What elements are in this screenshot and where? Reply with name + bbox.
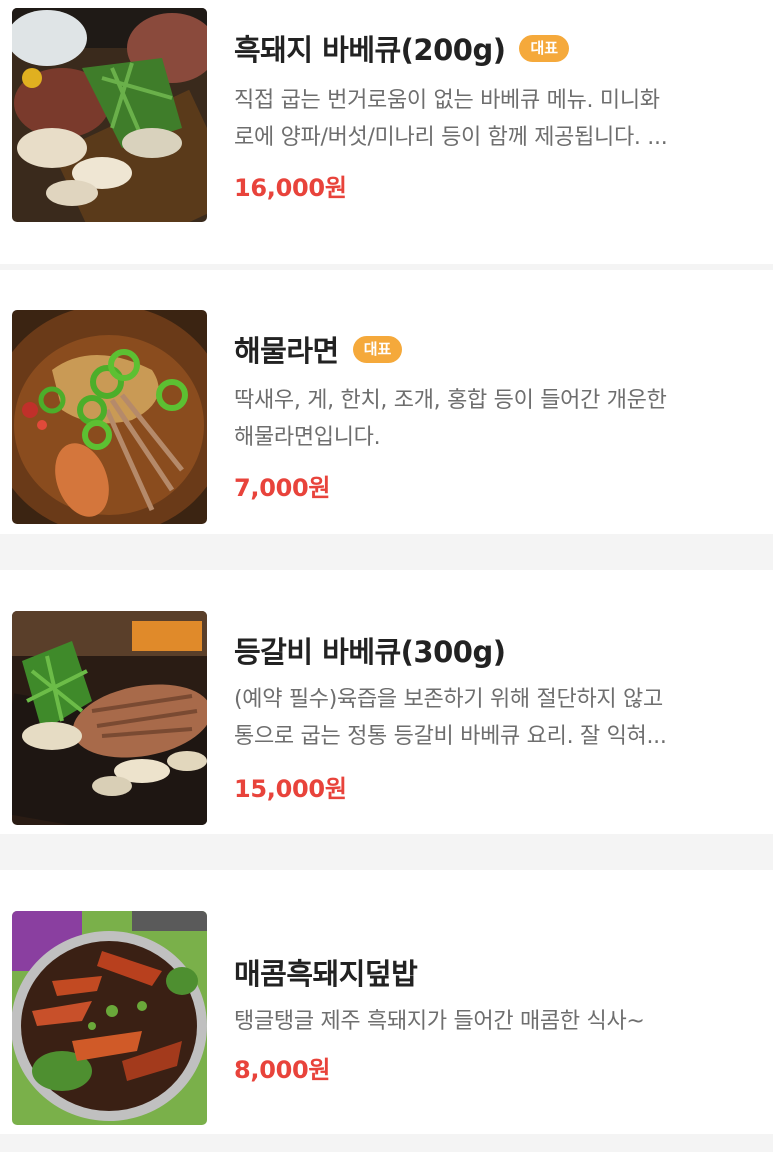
menu-item[interactable]: 흑돼지 바베큐(200g) 대표 직접 굽는 번거로움이 없는 바베큐 메뉴. … <box>0 0 773 264</box>
seafood-ramen-photo <box>12 310 207 524</box>
signature-badge: 대표 <box>352 335 403 363</box>
menu-item-photo[interactable] <box>12 8 207 222</box>
menu-item-photo[interactable] <box>12 611 207 825</box>
menu-item-name-row: 흑돼지 바베큐(200g) 대표 <box>234 28 570 68</box>
menu-item-price: 16,000원 <box>234 174 347 202</box>
menu-item-photo[interactable] <box>12 310 207 524</box>
menu-list: 흑돼지 바베큐(200g) 대표 직접 굽는 번거로움이 없는 바베큐 메뉴. … <box>0 0 773 1152</box>
menu-item-name: 등갈비 바베큐(300g) <box>234 635 506 669</box>
description-line: 로에 양파/버섯/미나리 등이 함께 제공됩니다. ... <box>234 125 668 150</box>
menu-item-description: 딱새우, 게, 한치, 조개, 홍합 등이 들어간 개운한 해물라면입니다. <box>234 382 744 456</box>
description-line: (예약 필수)육즙을 보존하기 위해 절단하지 않고 <box>234 687 663 712</box>
description-line: 딱새우, 게, 한치, 조개, 홍합 등이 들어간 개운한 <box>234 388 667 413</box>
menu-item-description: (예약 필수)육즙을 보존하기 위해 절단하지 않고 통으로 굽는 정통 등갈비… <box>234 681 744 755</box>
menu-item-photo[interactable] <box>12 911 207 1125</box>
menu-item[interactable]: 해물라면 대표 딱새우, 게, 한치, 조개, 홍합 등이 들어간 개운한 해물… <box>0 270 773 534</box>
menu-item-name: 흑돼지 바베큐(200g) <box>234 33 506 67</box>
menu-item-description: 직접 굽는 번거로움이 없는 바베큐 메뉴. 미니화 로에 양파/버섯/미나리 … <box>234 82 744 156</box>
menu-item-price: 15,000원 <box>234 775 347 803</box>
menu-item-name: 해물라면 <box>234 334 339 368</box>
menu-item[interactable]: 매콤흑돼지덮밥 탱글탱글 제주 흑돼지가 들어간 매콤한 식사~ 8,000원 <box>0 870 773 1134</box>
menu-item-name: 매콤흑돼지덮밥 <box>234 957 418 991</box>
pork-ribs-photo <box>12 611 207 825</box>
description-line: 해물라면입니다. <box>234 425 381 450</box>
description-line: 탱글탱글 제주 흑돼지가 들어간 매콤한 식사~ <box>234 1009 645 1034</box>
spicy-pork-rice-bowl-photo <box>12 911 207 1125</box>
description-line: 통으로 굽는 정통 등갈비 바베큐 요리. 잘 익혀... <box>234 724 667 749</box>
description-line: 직접 굽는 번거로움이 없는 바베큐 메뉴. 미니화 <box>234 88 660 113</box>
menu-item-description: 탱글탱글 제주 흑돼지가 들어간 매콤한 식사~ <box>234 1003 744 1040</box>
menu-item-name-row: 매콤흑돼지덮밥 <box>234 952 418 992</box>
menu-item-name-row: 등갈비 바베큐(300g) <box>234 630 506 670</box>
bbq-pork-photo <box>12 8 207 222</box>
menu-item-price: 7,000원 <box>234 474 331 502</box>
menu-item-price: 8,000원 <box>234 1056 331 1084</box>
signature-badge: 대표 <box>519 34 570 62</box>
menu-item[interactable]: 등갈비 바베큐(300g) (예약 필수)육즙을 보존하기 위해 절단하지 않고… <box>0 570 773 834</box>
menu-item-name-row: 해물라면 대표 <box>234 329 403 369</box>
